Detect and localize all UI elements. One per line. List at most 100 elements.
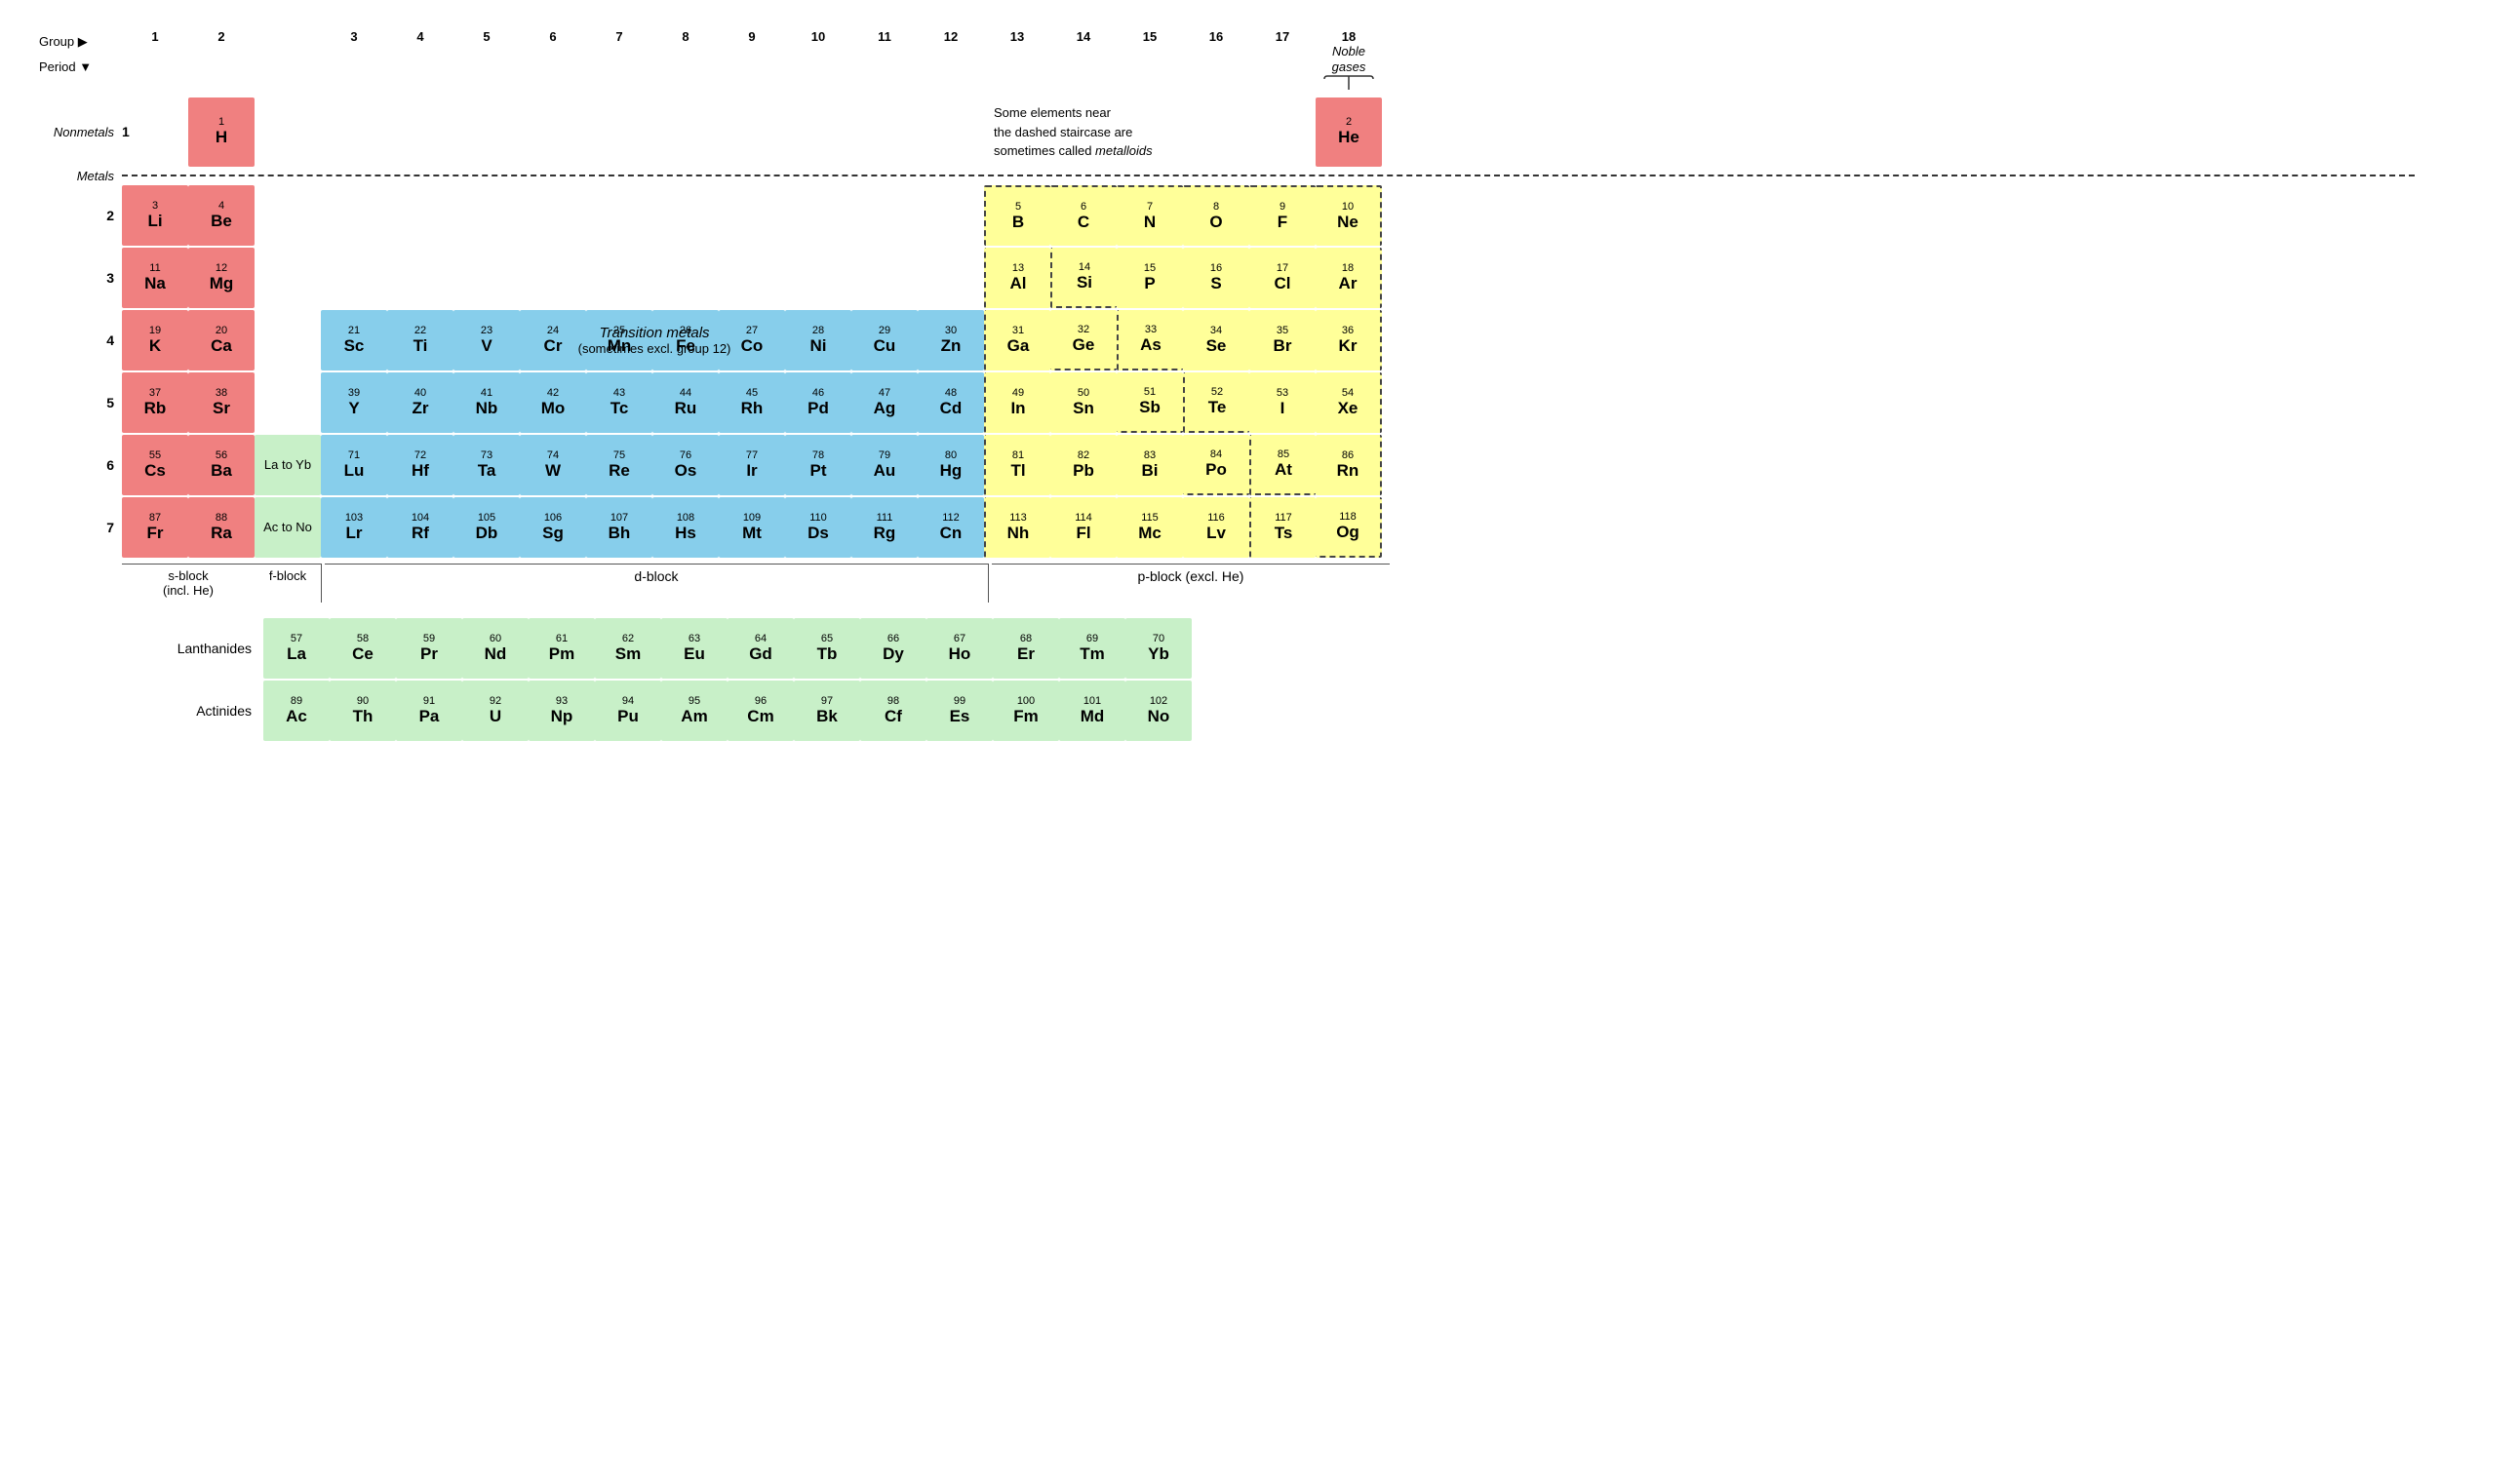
element-Sm[interactable]: 62 Sm <box>595 618 661 679</box>
element-Kr[interactable]: 36 Kr <box>1316 310 1382 370</box>
element-Ts[interactable]: 117 Ts <box>1249 497 1316 558</box>
element-No[interactable]: 102 No <box>1125 681 1192 741</box>
element-Po[interactable]: 84 Po <box>1183 435 1249 495</box>
element-Ir[interactable]: 77 Ir <box>719 435 785 495</box>
element-La[interactable]: 57 La <box>263 618 330 679</box>
element-Hs[interactable]: 108 Hs <box>652 497 719 558</box>
element-Cl[interactable]: 17 Cl <box>1249 248 1316 308</box>
element-Mn[interactable]: 25 Mn <box>586 310 652 370</box>
element-Na[interactable]: 11 Na <box>122 248 188 308</box>
element-V[interactable]: 23 V <box>453 310 520 370</box>
element-B[interactable]: 5 B <box>984 185 1050 246</box>
element-He[interactable]: 2 He <box>1316 97 1382 167</box>
element-Lu[interactable]: 71 Lu <box>321 435 387 495</box>
element-Nd[interactable]: 60 Nd <box>462 618 529 679</box>
element-Ac[interactable]: 89 Ac <box>263 681 330 741</box>
element-Cs[interactable]: 55 Cs <box>122 435 188 495</box>
element-Mt[interactable]: 109 Mt <box>719 497 785 558</box>
element-In[interactable]: 49 In <box>984 372 1050 433</box>
element-Bk[interactable]: 97 Bk <box>794 681 860 741</box>
element-Pb[interactable]: 82 Pb <box>1050 435 1117 495</box>
element-Ba[interactable]: 56 Ba <box>188 435 255 495</box>
element-Se[interactable]: 34 Se <box>1183 310 1249 370</box>
element-Am[interactable]: 95 Am <box>661 681 728 741</box>
element-Hg[interactable]: 80 Hg <box>918 435 984 495</box>
element-Sc[interactable]: 21 Sc <box>321 310 387 370</box>
element-Yb[interactable]: 70 Yb <box>1125 618 1192 679</box>
element-Ag[interactable]: 47 Ag <box>851 372 918 433</box>
element-Cm[interactable]: 96 Cm <box>728 681 794 741</box>
element-Cn[interactable]: 112 Cn <box>918 497 984 558</box>
element-Nh[interactable]: 113 Nh <box>984 497 1050 558</box>
element-As[interactable]: 33 As <box>1117 310 1183 370</box>
element-P[interactable]: 15 P <box>1117 248 1183 308</box>
element-K[interactable]: 19 K <box>122 310 188 370</box>
element-Al[interactable]: 13 Al <box>984 248 1050 308</box>
element-Rg[interactable]: 111 Rg <box>851 497 918 558</box>
element-Rf[interactable]: 104 Rf <box>387 497 453 558</box>
element-Db[interactable]: 105 Db <box>453 497 520 558</box>
element-Co[interactable]: 27 Co <box>719 310 785 370</box>
element-Ds[interactable]: 110 Ds <box>785 497 851 558</box>
element-O[interactable]: 8 O <box>1183 185 1249 246</box>
element-Rb[interactable]: 37 Rb <box>122 372 188 433</box>
element-Ge[interactable]: 32 Ge <box>1050 310 1117 370</box>
element-N[interactable]: 7 N <box>1117 185 1183 246</box>
element-Ca[interactable]: 20 Ca <box>188 310 255 370</box>
element-Zr[interactable]: 40 Zr <box>387 372 453 433</box>
element-Lv[interactable]: 116 Lv <box>1183 497 1249 558</box>
element-Er[interactable]: 68 Er <box>993 618 1059 679</box>
element-Pd[interactable]: 46 Pd <box>785 372 851 433</box>
element-Xe[interactable]: 54 Xe <box>1316 372 1382 433</box>
element-Tl[interactable]: 81 Tl <box>984 435 1050 495</box>
element-Mo[interactable]: 42 Mo <box>520 372 586 433</box>
element-Lr[interactable]: 103 Lr <box>321 497 387 558</box>
element-Tm[interactable]: 69 Tm <box>1059 618 1125 679</box>
element-Gd[interactable]: 64 Gd <box>728 618 794 679</box>
element-Y[interactable]: 39 Y <box>321 372 387 433</box>
element-H[interactable]: 1 H <box>188 97 255 167</box>
element-Pu[interactable]: 94 Pu <box>595 681 661 741</box>
element-Re[interactable]: 75 Re <box>586 435 652 495</box>
element-Cd[interactable]: 48 Cd <box>918 372 984 433</box>
element-Ce[interactable]: 58 Ce <box>330 618 396 679</box>
element-C[interactable]: 6 C <box>1050 185 1117 246</box>
element-Te[interactable]: 52 Te <box>1183 372 1249 433</box>
element-At[interactable]: 85 At <box>1249 435 1316 495</box>
element-Ra[interactable]: 88 Ra <box>188 497 255 558</box>
element-Ni[interactable]: 28 Ni <box>785 310 851 370</box>
element-Cf[interactable]: 98 Cf <box>860 681 926 741</box>
element-Pr[interactable]: 59 Pr <box>396 618 462 679</box>
element-Mc[interactable]: 115 Mc <box>1117 497 1183 558</box>
element-Os[interactable]: 76 Os <box>652 435 719 495</box>
element-Li[interactable]: 3 Li <box>122 185 188 246</box>
element-Fl[interactable]: 114 Fl <box>1050 497 1117 558</box>
element-Md[interactable]: 101 Md <box>1059 681 1125 741</box>
element-Og[interactable]: 118 Og <box>1316 497 1382 558</box>
element-F[interactable]: 9 F <box>1249 185 1316 246</box>
element-Be[interactable]: 4 Be <box>188 185 255 246</box>
f-block-actinides[interactable]: Ac to No <box>255 497 321 558</box>
element-S[interactable]: 16 S <box>1183 248 1249 308</box>
element-Nb[interactable]: 41 Nb <box>453 372 520 433</box>
element-Pa[interactable]: 91 Pa <box>396 681 462 741</box>
element-Cu[interactable]: 29 Cu <box>851 310 918 370</box>
element-Tc[interactable]: 43 Tc <box>586 372 652 433</box>
element-Rh[interactable]: 45 Rh <box>719 372 785 433</box>
element-W[interactable]: 74 W <box>520 435 586 495</box>
element-Bi[interactable]: 83 Bi <box>1117 435 1183 495</box>
element-Mg[interactable]: 12 Mg <box>188 248 255 308</box>
element-Ga[interactable]: 31 Ga <box>984 310 1050 370</box>
element-Es[interactable]: 99 Es <box>926 681 993 741</box>
element-Eu[interactable]: 63 Eu <box>661 618 728 679</box>
element-Fr[interactable]: 87 Fr <box>122 497 188 558</box>
element-Fe[interactable]: 26 Fe <box>652 310 719 370</box>
element-Ru[interactable]: 44 Ru <box>652 372 719 433</box>
element-Sr[interactable]: 38 Sr <box>188 372 255 433</box>
element-Sn[interactable]: 50 Sn <box>1050 372 1117 433</box>
element-Fm[interactable]: 100 Fm <box>993 681 1059 741</box>
element-Ho[interactable]: 67 Ho <box>926 618 993 679</box>
element-Bh[interactable]: 107 Bh <box>586 497 652 558</box>
f-block-lanthanides[interactable]: La to Yb <box>255 435 321 495</box>
element-Ar[interactable]: 18 Ar <box>1316 248 1382 308</box>
